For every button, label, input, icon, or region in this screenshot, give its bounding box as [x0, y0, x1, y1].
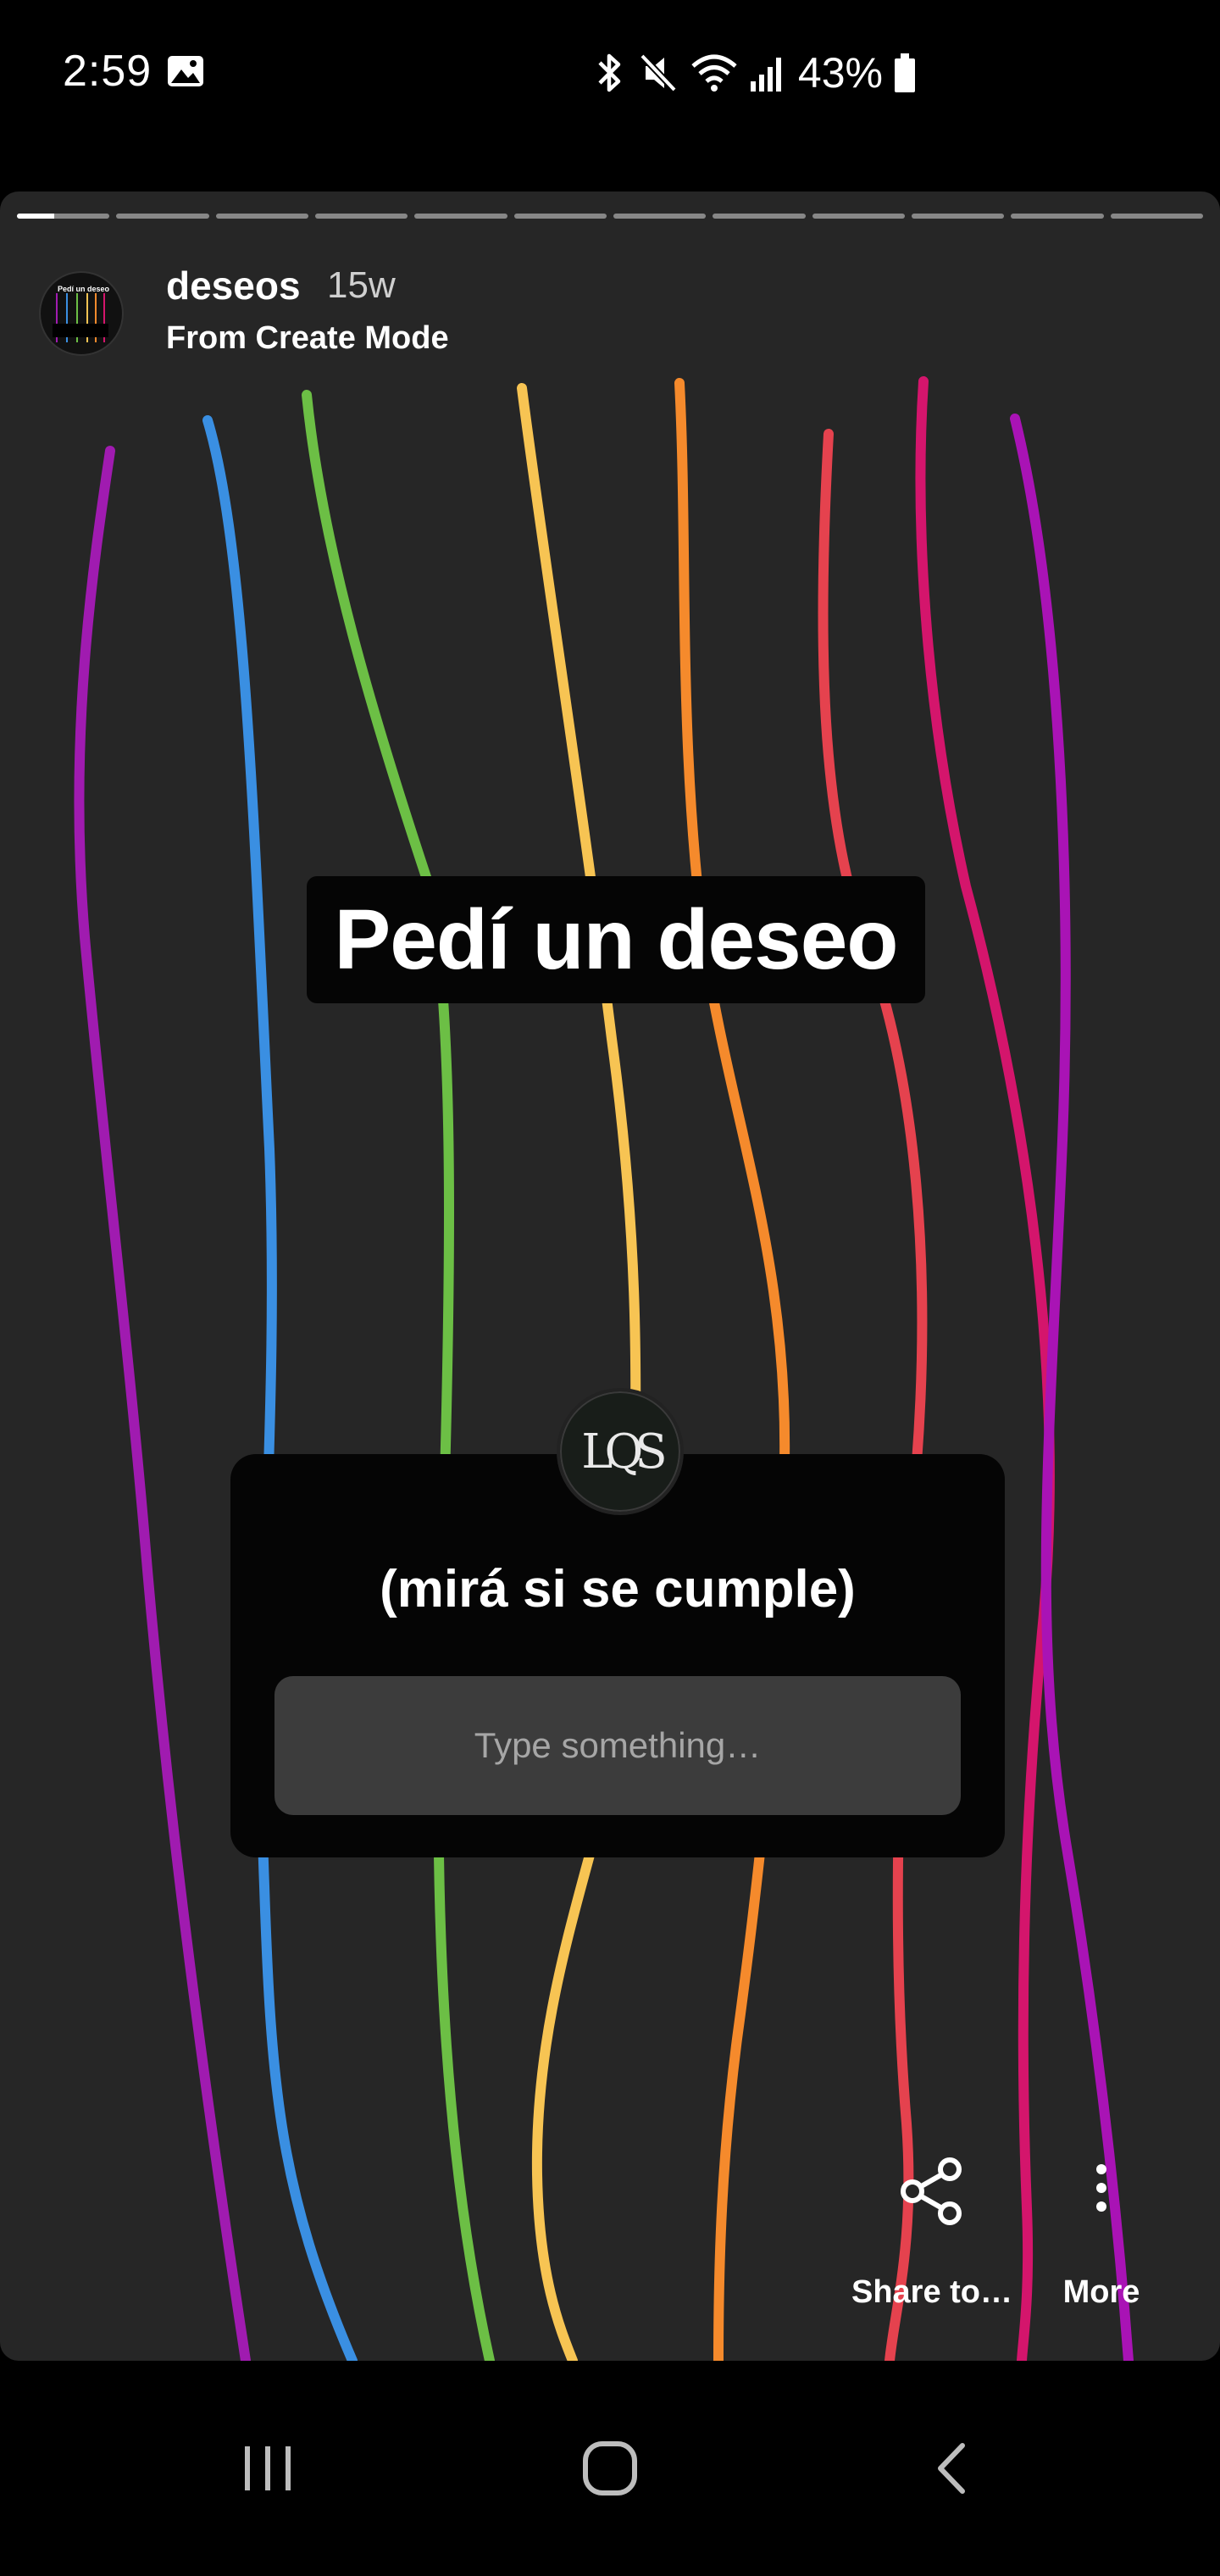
story-subtitle[interactable]: From Create Mode — [166, 320, 449, 357]
battery-icon — [895, 53, 915, 92]
bluetooth-icon — [598, 53, 621, 92]
avatar-thumbnail-text: Pedí un deseo — [58, 285, 110, 293]
more-vertical-icon — [1096, 2164, 1106, 2212]
wifi-icon — [691, 54, 737, 92]
screen: 2:59 43% Pedí un deseo deseos 15w From C… — [0, 0, 1220, 2576]
back-icon — [938, 2443, 965, 2494]
recents-icon — [245, 2446, 291, 2490]
signal-icon — [750, 58, 781, 92]
progress-segment — [314, 214, 408, 219]
home-button[interactable] — [508, 2361, 712, 2576]
navigation-bar — [0, 2361, 1220, 2576]
share-icon — [901, 2157, 962, 2225]
answer-input[interactable]: Type something… — [274, 1676, 961, 1815]
progress-segment — [812, 214, 905, 219]
string-purple-left — [74, 446, 251, 2361]
gallery-icon — [168, 56, 203, 86]
string-yellow — [517, 383, 641, 2361]
headline-text: Pedí un deseo — [334, 891, 899, 987]
mute-icon — [640, 53, 677, 92]
home-icon — [583, 2441, 637, 2496]
string-orange — [674, 378, 790, 2361]
story-viewer[interactable]: Pedí un deseo deseos 15w From Create Mod… — [0, 192, 1220, 2361]
more-label: More — [1062, 2274, 1140, 2310]
string-magenta — [915, 376, 1055, 2361]
string-red — [818, 429, 928, 2361]
progress-segment — [414, 214, 507, 219]
string-blue — [202, 415, 358, 2361]
question-avatar-logo: LQS — [581, 1424, 668, 1480]
more-button[interactable]: More — [1042, 2152, 1161, 2313]
headline-sticker: Pedí un deseo — [307, 876, 925, 1003]
question-text: (mirá si se cumple) — [380, 1560, 856, 1618]
string-purple-right — [1010, 414, 1134, 2361]
status-time: 2:59 — [63, 47, 152, 96]
story-progress-bar — [17, 214, 1203, 219]
share-label: Share to… — [851, 2274, 1013, 2310]
progress-segment — [17, 214, 110, 219]
recents-button[interactable] — [166, 2361, 369, 2576]
post-time: 15w — [327, 264, 396, 306]
battery-percent: 43% — [797, 49, 883, 97]
progress-segment — [613, 214, 707, 219]
progress-segment — [116, 214, 209, 219]
progress-segment — [713, 214, 806, 219]
progress-segment — [1011, 214, 1104, 219]
progress-segment — [911, 214, 1005, 219]
question-sticker[interactable]: LQS (mirá si se cumple) Type something… — [230, 1388, 1005, 1857]
status-bar: 2:59 43% — [0, 0, 1220, 153]
back-button[interactable] — [849, 2361, 1052, 2576]
string-green — [302, 390, 495, 2361]
share-button[interactable]: Share to… — [847, 2152, 1017, 2313]
avatar[interactable]: Pedí un deseo — [39, 271, 124, 356]
status-icons: 43% — [593, 47, 917, 98]
progress-segment-fill — [17, 214, 54, 219]
progress-segment — [1110, 214, 1203, 219]
progress-segment — [513, 214, 607, 219]
colored-strings-background — [74, 376, 1134, 2361]
username[interactable]: deseos — [166, 263, 301, 308]
question-avatar: LQS — [557, 1388, 684, 1515]
progress-segment — [215, 214, 308, 219]
